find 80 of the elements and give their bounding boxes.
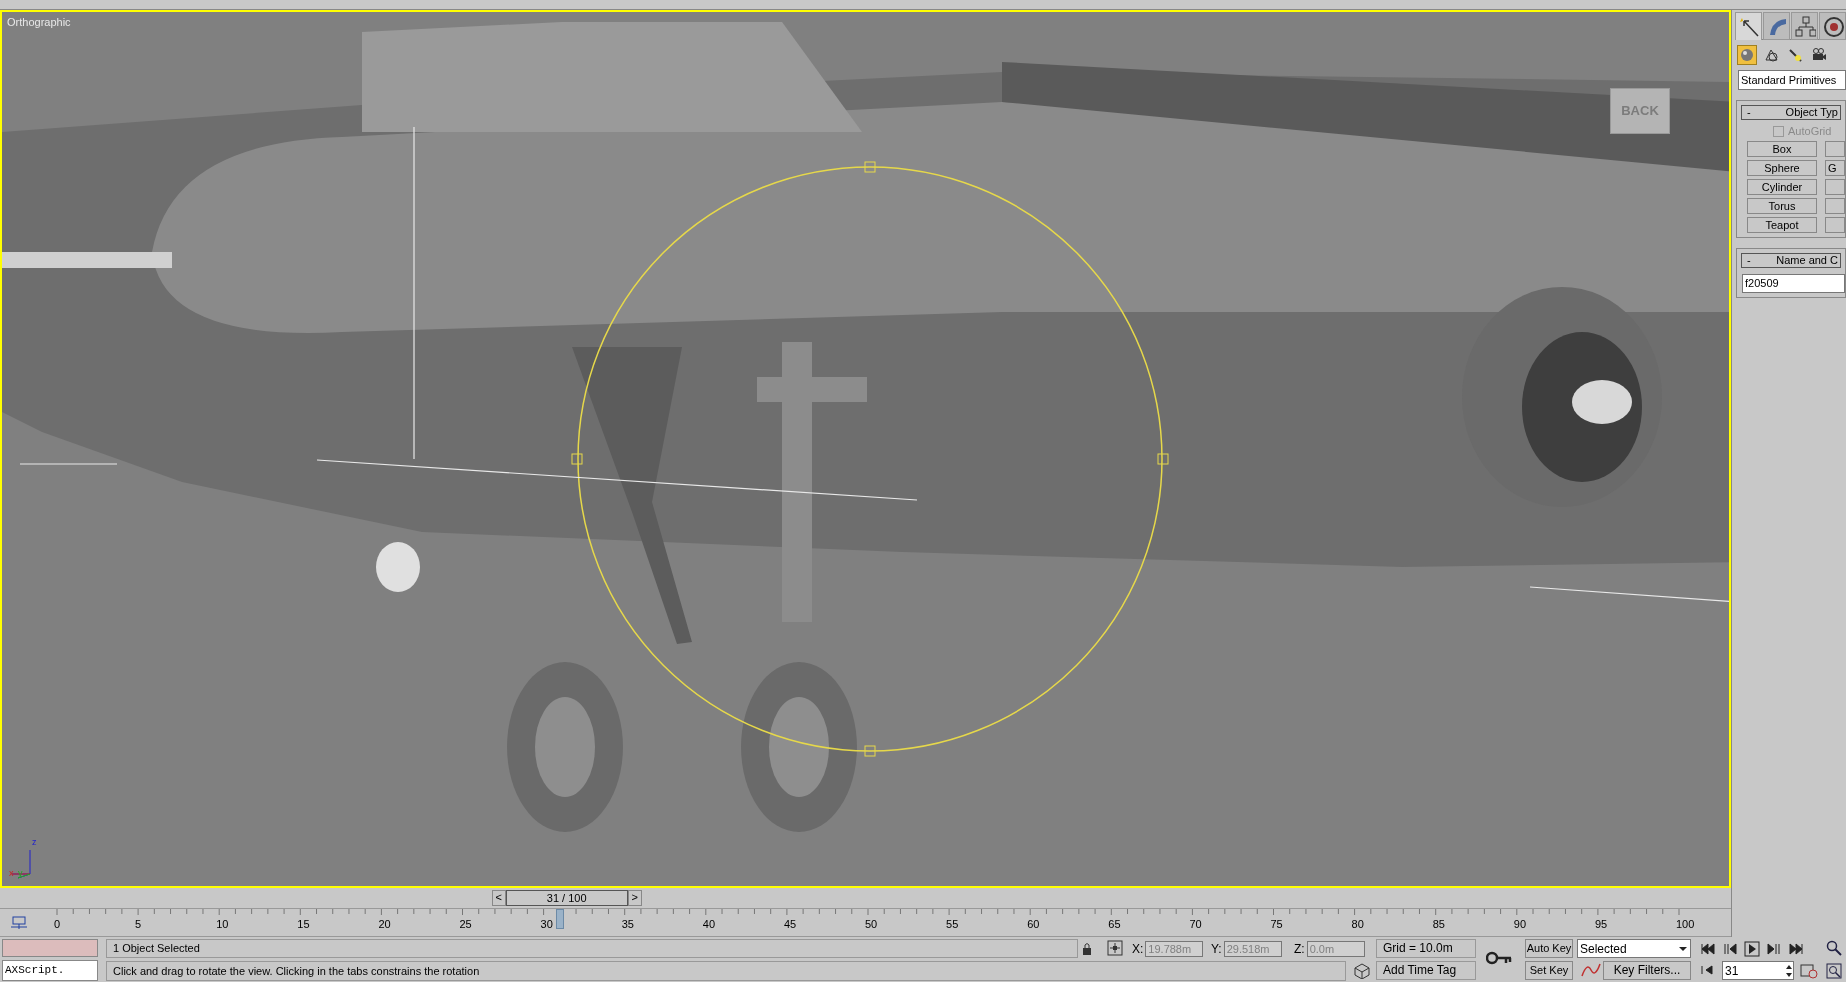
primitive-button[interactable]: Torus [1747,198,1817,214]
grid-size-display: Grid = 10.0m [1376,939,1476,958]
frame-number: 70 [1189,919,1202,930]
create-tab[interactable] [1735,12,1762,40]
go-to-start-icon[interactable] [1700,941,1716,957]
frame-number: 40 [702,919,716,930]
curve-editor-icon[interactable] [1580,961,1602,979]
primitive-button[interactable]: Sphere [1747,160,1817,176]
previous-frame-button[interactable]: < [491,889,506,906]
play-icon[interactable] [1744,941,1760,957]
rollout-title: Object Typ [1784,106,1839,119]
key-filters-button[interactable]: Key Filters... [1603,961,1691,980]
frame-number: 30 [540,919,553,930]
rollout-header[interactable]: - Object Typ [1741,105,1841,120]
primitive-button[interactable]: Teapot [1747,217,1817,233]
camera-icon [1811,47,1827,63]
axis-label: z [32,838,37,847]
frame-number: 25 [459,919,472,930]
set-key-button[interactable]: Set Key [1525,961,1573,980]
current-frame-value: 31 [1725,962,1739,980]
frame-number: 90 [1513,919,1527,930]
auto-key-button[interactable]: Auto Key [1525,939,1573,958]
frame-number: 100 [1676,919,1695,930]
frame-number: 35 [621,919,634,930]
frame-number: 60 [1027,919,1040,930]
key-icon[interactable] [1486,951,1512,965]
next-frame-icon[interactable] [1766,941,1782,957]
go-to-end-icon[interactable] [1788,941,1804,957]
frame-number: 75 [1270,919,1283,930]
hierarchy-tab[interactable] [1791,12,1818,40]
coordinate-label: Y: [1211,941,1222,958]
motion-tab[interactable] [1819,12,1846,40]
maxscript-input-field[interactable]: AXScript. [2,960,98,981]
collapse-sign: - [1746,106,1752,119]
key-mode-value: Selected [1580,940,1627,958]
autogrid-label: AutoGrid [1788,123,1832,139]
light-icon [1787,47,1803,63]
frame-number: 45 [783,919,797,930]
rollout-header[interactable]: - Name and C [1741,253,1841,268]
key-mode-toggle-icon[interactable] [1700,963,1714,977]
frame-number: 50 [865,919,878,930]
zoom-icon[interactable] [1826,940,1842,956]
coordinate-label: X: [1132,941,1144,958]
current-frame-field[interactable]: 31 [1722,961,1794,980]
frame-number: 5 [135,919,142,930]
primitive-button[interactable]: Box [1747,141,1817,157]
lock-icon[interactable] [1081,942,1093,956]
frame-number: 10 [216,919,229,930]
geometry-sphere-icon [1739,47,1755,63]
category-dropdown[interactable]: Standard Primitives [1738,70,1846,90]
zoom-extents-icon[interactable] [1826,963,1842,979]
add-time-tag-button[interactable]: Add Time Tag [1376,961,1476,980]
hierarchy-icon [1793,15,1816,37]
frame-number: 20 [378,919,391,930]
cube-icon[interactable] [1354,963,1370,979]
frame-number: 80 [1351,919,1364,930]
time-configuration-icon[interactable] [1800,963,1818,979]
object-name-field[interactable]: f20509 [1742,274,1845,293]
rollout-title: Name and C [1775,254,1839,267]
track-bar[interactable]: 0 5 10 15 20 25 30 35 40 45 50 55 60 65 70 75 80 85 90 95 100 [0,908,1731,937]
frame-number: 0 [54,919,61,930]
frame-number: 95 [1594,919,1608,930]
wheel-icon [1821,15,1844,37]
coordinate-label: Z: [1294,941,1305,958]
collapse-sign: - [1746,254,1752,267]
frame-number: 55 [946,919,959,930]
current-frame-marker[interactable] [555,909,564,929]
axis-label: x [9,869,14,878]
previous-frame-icon[interactable] [1722,941,1738,957]
time-slider-thumb[interactable]: 31 / 100 [505,889,628,906]
absolute-mode-icon[interactable] [1107,940,1123,956]
track-bar-icon[interactable] [10,915,28,931]
primitive-button[interactable]: G [1825,160,1845,176]
shapes-icon [1763,47,1779,63]
key-mode-dropdown[interactable]: Selected [1577,939,1691,958]
frame-number: 15 [297,919,310,930]
frame-number: 85 [1432,919,1445,930]
selection-status: 1 Object Selected [106,939,1078,958]
frame-number: 65 [1108,919,1121,930]
primitive-button[interactable]: Cylinder [1747,179,1817,195]
